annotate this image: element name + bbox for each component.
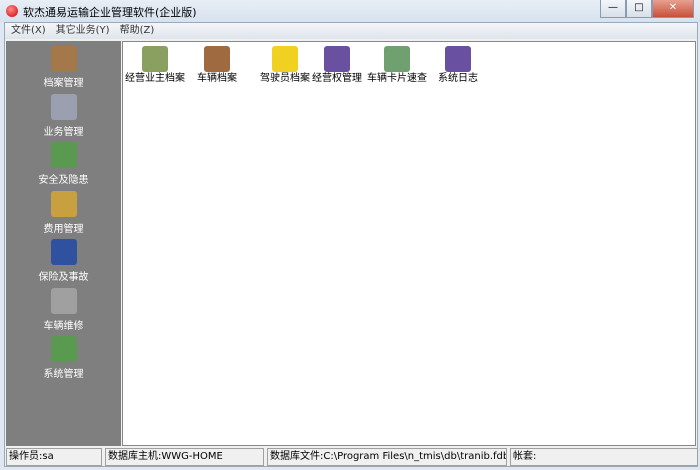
menu-file[interactable]: 文件(X) [11,23,46,39]
sidebar-item-label: 安全及隐患 [38,175,89,186]
sidebar: 档案管理业务管理安全及隐患费用管理保险及事故车辆维修系统管理 [6,41,121,446]
content-item-label: 经营权管理 [312,73,362,84]
status-account: 帐套: [510,448,698,466]
sidebar-item-label: 业务管理 [43,126,84,138]
menu-other-business[interactable]: 其它业务(Y) [56,23,110,39]
sidebar-item[interactable]: 车辆维修 [6,287,121,332]
status-db-file: 数据库文件:C:\Program Files\n_tmis\db\tranib.… [267,448,507,466]
box-icon [50,336,77,362]
content-item-label: 经营业主档案 [125,73,185,84]
cards-icon [50,93,77,120]
sidebar-item-label: 系统管理 [43,369,84,380]
content-item[interactable]: 车辆档案 [187,46,247,84]
content-item[interactable]: 系统日志 [428,46,488,84]
sidebar-item[interactable]: 保险及事故 [6,239,121,283]
maximize-button[interactable]: □ [626,0,652,18]
chart-icon [324,46,350,72]
owner-file-icon [142,46,168,72]
window-title: 软杰通易运输企业管理软件(企业版) [23,6,197,19]
title-bar: 软杰通易运输企业管理软件(企业版) — □ ✕ [0,0,700,22]
sidebar-item-label: 保险及事故 [38,272,89,283]
menu-bar: 文件(X) 其它业务(Y) 帮助(Z) [5,23,697,39]
sidebar-item[interactable]: 档案管理 [6,45,121,89]
content-item-label: 车辆卡片速查 [367,73,427,84]
sidebar-item-label: 档案管理 [43,78,84,89]
menu-help[interactable]: 帮助(Z) [120,23,155,39]
content-item[interactable]: 驾驶员档案 [255,46,315,84]
sidebar-item-label: 车辆维修 [43,320,84,332]
app-icon [6,5,18,17]
content-item[interactable]: 车辆卡片速查 [367,46,427,84]
status-db-host: 数据库主机:WWG-HOME [105,448,264,466]
sidebar-item[interactable]: 业务管理 [6,93,121,138]
sidebar-item[interactable]: 安全及隐患 [6,142,121,186]
chart-icon [445,46,471,72]
close-button[interactable]: ✕ [652,0,694,18]
content-item[interactable]: 经营业主档案 [125,46,185,84]
content-area: 经营业主档案 车辆档案 驾驶员档案 经营权管理 车辆卡片速查 系统日志 [122,41,696,446]
truck-icon [204,46,230,72]
status-operator: 操作员:sa [6,448,102,466]
sidebar-item[interactable]: 系统管理 [6,336,121,380]
main-window: 文件(X) 其它业务(Y) 帮助(Z) 档案管理业务管理安全及隐患费用管理保险及… [4,22,698,467]
monitor-icon [50,239,77,265]
status-bar: 操作员:sa 数据库主机:WWG-HOME 数据库文件:C:\Program F… [5,447,699,467]
content-item-label: 驾驶员档案 [260,73,310,84]
money-bag-icon [50,190,77,217]
sidebar-item-label: 费用管理 [43,223,84,235]
folders-icon [50,45,77,71]
driver-icon [272,46,298,72]
minimize-button[interactable]: — [600,0,626,18]
box-icon [50,142,77,168]
content-item-label: 系统日志 [438,73,478,84]
content-item-label: 车辆档案 [197,73,237,84]
magnifier-icon [384,46,410,72]
content-item[interactable]: 经营权管理 [307,46,367,84]
sidebar-item[interactable]: 费用管理 [6,190,121,235]
wrench-icon [50,287,77,314]
